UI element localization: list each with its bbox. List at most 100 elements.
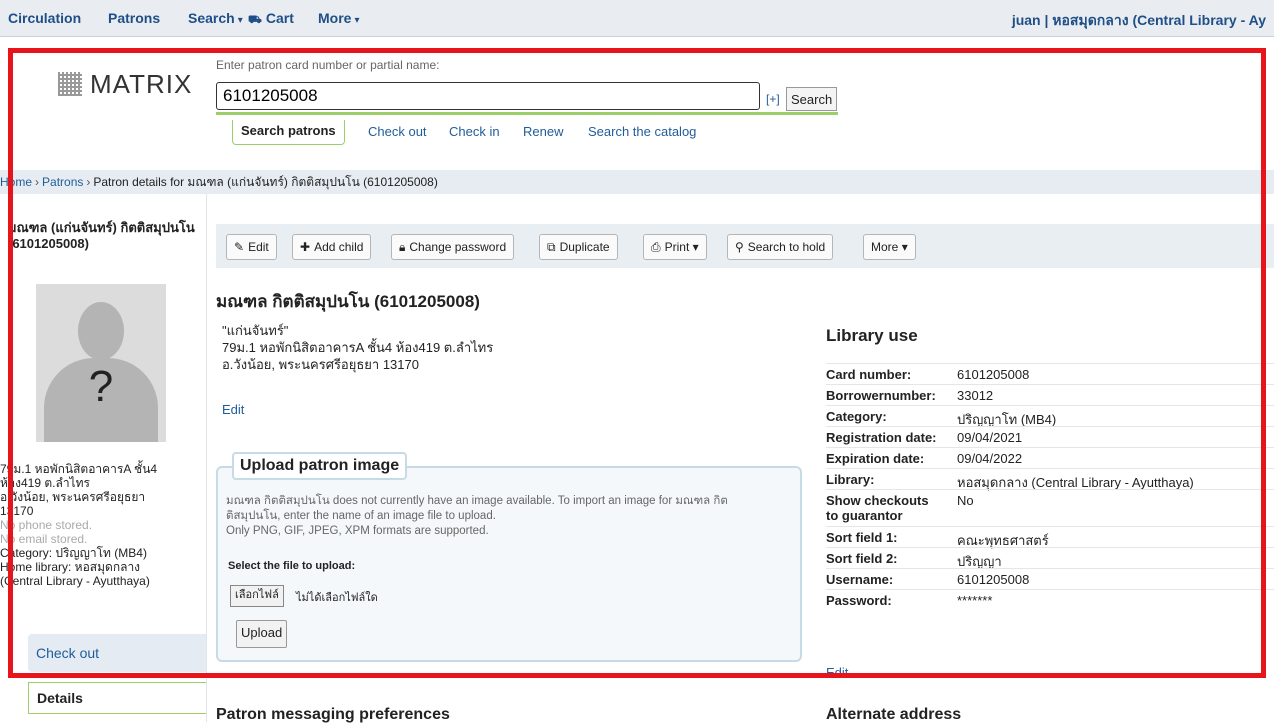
- patron-address: "แก่นจันทร์" 79ม.1 หอพักนิสิตอาคารA ชั้น…: [222, 322, 493, 373]
- library-use-row: Card number: 6101205008: [826, 363, 1274, 382]
- library-use-label: Library:: [826, 472, 875, 487]
- nav-more-label: More: [318, 10, 352, 26]
- sidebar-address-line: 13170: [0, 504, 34, 518]
- breadcrumb-patrons[interactable]: Patrons: [42, 175, 83, 189]
- nav-patrons[interactable]: Patrons: [108, 10, 160, 26]
- duplicate-button[interactable]: ⧉ Duplicate: [539, 234, 618, 260]
- matrix-logo[interactable]: MATRIX: [58, 64, 192, 104]
- sidebar-patron-name: มณฑล (แก่นจันทร์) กิตติสมุปนโน (61012050…: [8, 220, 195, 251]
- choose-file-button[interactable]: เลือกไฟล์: [230, 585, 284, 607]
- library-use-value: 6101205008: [957, 572, 1030, 587]
- tab-search-catalog[interactable]: Search the catalog: [588, 124, 696, 139]
- sidebar-item-details[interactable]: Details: [28, 682, 206, 714]
- edit-button[interactable]: ✎ Edit: [226, 234, 277, 260]
- edit-address-link[interactable]: Edit: [222, 402, 244, 417]
- sidebar-item-checkout[interactable]: Check out: [28, 634, 206, 672]
- tab-check-in[interactable]: Check in: [449, 124, 500, 139]
- nav-search-label: Search: [188, 10, 235, 26]
- edit-library-use-link[interactable]: Edit: [826, 665, 848, 680]
- library-use-row: Category: ปริญญาโท (MB4): [826, 405, 1274, 427]
- library-use-row: Expiration date: 09/04/2022: [826, 447, 1274, 466]
- library-use-value: 09/04/2022: [957, 451, 1023, 466]
- library-use-row: Username: 6101205008: [826, 568, 1274, 587]
- library-use-value: *******: [957, 593, 993, 608]
- logged-in-user[interactable]: juan: [1012, 12, 1041, 28]
- duplicate-label: Duplicate: [559, 240, 610, 254]
- tab-search-patrons[interactable]: Search patrons: [232, 120, 345, 145]
- patron-search-input[interactable]: [216, 82, 760, 110]
- library-use-row: Sort field 1: คณะพุทธศาสตร์: [826, 526, 1274, 548]
- sidebar-address-line: 79ม.1 หอพักนิสิตอาคารA ชั้น4: [0, 462, 158, 476]
- advanced-search-toggle[interactable]: [+]: [766, 92, 780, 106]
- chevron-down-icon: ▾: [354, 15, 360, 26]
- search-underline: [216, 112, 838, 115]
- library-use-label: Show checkouts to guarantor: [826, 493, 929, 523]
- print-label: Print: [664, 240, 690, 254]
- library-use-row: Sort field 2: ปริญญา: [826, 547, 1274, 569]
- top-navbar: Circulation Patrons Search ▾ ⛟ Cart More ▾ …: [0, 0, 1274, 37]
- upload-image-legend: Upload patron image: [232, 452, 408, 480]
- nav-cart[interactable]: ⛟ Cart: [248, 10, 294, 28]
- sidebar-email: No email stored.: [0, 532, 88, 546]
- edit-button-label: Edit: [248, 240, 269, 254]
- add-child-button[interactable]: ✚ Add child: [292, 234, 372, 260]
- patron-address-line: อ.วังน้อย, พระนครศรีอยุธยา 13170: [222, 357, 419, 372]
- sidebar-phone: No phone stored.: [0, 518, 93, 532]
- library-use-row: Registration date: 09/04/2021: [826, 426, 1274, 445]
- add-child-label: Add child: [314, 240, 364, 254]
- search-button[interactable]: Search: [786, 87, 838, 111]
- lock-icon: 🔒︎: [399, 240, 406, 254]
- library-use-row: Library: หอสมุดกลาง (Central Library - Ay…: [826, 468, 1274, 490]
- library-use-row: Borrowernumber: 33012: [826, 384, 1274, 403]
- chevron-down-icon: ▾: [237, 15, 243, 26]
- library-use-label: Category:: [826, 409, 887, 424]
- avatar-head: [78, 302, 124, 360]
- upload-message-line: มณฑล กิตติสมุปนโน does not currently hav…: [226, 495, 728, 507]
- cart-icon: ⛟: [248, 14, 262, 26]
- library-use-value: 33012: [957, 388, 994, 403]
- library-use-row: Show checkouts to guarantor No: [826, 489, 1274, 523]
- breadcrumb-separator: ›: [86, 175, 91, 189]
- upload-message-line: ติสมุปนโน, enter the name of an image fi…: [226, 510, 496, 522]
- breadcrumb-separator: ›: [35, 175, 40, 189]
- nav-cart-label: Cart: [265, 10, 294, 26]
- tab-check-out[interactable]: Check out: [368, 124, 427, 139]
- tab-renew[interactable]: Renew: [523, 124, 563, 139]
- logged-in-library[interactable]: หอสมุดกลาง (Central Library - Ay: [1052, 12, 1266, 28]
- library-use-value: No: [957, 493, 974, 508]
- patron-avatar-placeholder: ?: [36, 284, 166, 442]
- sidebar-patron-info: 79ม.1 หอพักนิสิตอาคารA ชั้น4 ห้อง419 ต.ล…: [0, 462, 206, 588]
- nav-circulation[interactable]: Circulation: [8, 10, 81, 26]
- messaging-preferences-heading: Patron messaging preferences: [216, 706, 450, 723]
- library-use-label: Password:: [826, 593, 892, 608]
- library-use-label: Card number:: [826, 367, 912, 382]
- library-use-label: Expiration date:: [826, 451, 925, 466]
- library-use-label: Username:: [826, 572, 894, 587]
- search-icon: ⚲: [735, 240, 744, 254]
- page-title: มณฑล กิตติสมุปนโน (6101205008): [216, 292, 480, 311]
- library-use-row: Password: *******: [826, 589, 1274, 608]
- patron-sidebar: มณฑล (แก่นจันทร์) กิตติสมุปนโน (61012050…: [0, 194, 207, 722]
- library-use-label: Borrowernumber:: [826, 388, 936, 403]
- library-use-label: Sort field 1:: [826, 530, 898, 545]
- breadcrumb-home[interactable]: Home: [0, 175, 32, 189]
- sidebar-category: Category: ปริญญาโท (MB4): [0, 546, 147, 560]
- breadcrumb-current: Patron details for มณฑล (แก่นจันทร์) กิต…: [93, 175, 438, 189]
- pencil-icon: ✎: [234, 240, 245, 254]
- more-label: More: [871, 240, 899, 254]
- print-dropdown-button[interactable]: ⎙ Print ▾: [643, 234, 707, 260]
- upload-button[interactable]: Upload: [236, 620, 288, 648]
- change-password-button[interactable]: 🔒︎ Change password: [391, 234, 515, 260]
- patron-search-label: Enter patron card number or partial name…: [216, 58, 440, 72]
- chevron-down-icon: ▾: [692, 240, 699, 254]
- alternate-address-heading: Alternate address: [826, 706, 962, 723]
- print-icon: ⎙: [651, 240, 661, 254]
- user-info: juan | หอสมุดกลาง (Central Library - Ay: [1012, 10, 1266, 32]
- more-dropdown-button[interactable]: More ▾: [863, 234, 916, 260]
- plus-icon: ✚: [300, 240, 311, 254]
- nav-more-dropdown[interactable]: More ▾: [318, 10, 359, 26]
- patron-toolbar: ✎ Edit ✚ Add child 🔒︎ Change password ⧉ Dupl…: [216, 224, 1274, 268]
- nav-search-dropdown[interactable]: Search ▾: [188, 10, 243, 26]
- sidebar-address-line: ห้อง419 ต.ลำไทร: [0, 476, 90, 490]
- search-to-hold-button[interactable]: ⚲ Search to hold: [727, 234, 834, 260]
